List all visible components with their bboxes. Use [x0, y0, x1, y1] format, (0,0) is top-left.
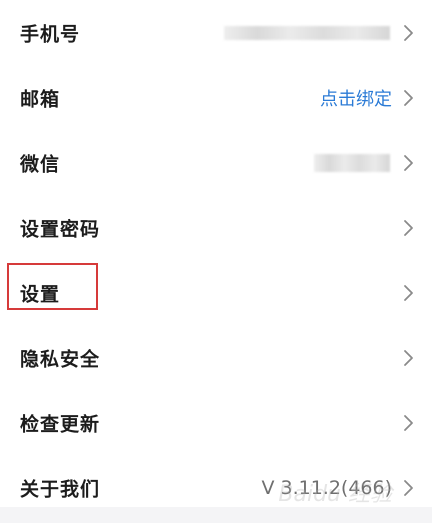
- settings-row-wechat[interactable]: 微信: [0, 130, 432, 195]
- row-label-email: 邮箱: [20, 88, 61, 110]
- chevron-right-icon: [402, 413, 414, 433]
- settings-row-phone[interactable]: 手机号: [0, 0, 432, 65]
- chevron-right-icon: [402, 218, 414, 238]
- app-version: V 3.11.2(466): [261, 476, 392, 499]
- email-bind-link[interactable]: 点击绑定: [320, 85, 392, 111]
- row-label-wechat: 微信: [20, 153, 61, 175]
- chevron-right-icon: [402, 88, 414, 108]
- settings-row-check-update[interactable]: 检查更新: [0, 390, 432, 455]
- wechat-id-redacted: [314, 153, 390, 172]
- chevron-right-icon: [402, 478, 414, 498]
- chevron-right-icon: [402, 153, 414, 173]
- phone-number-redacted: [224, 25, 390, 40]
- settings-row-email[interactable]: 邮箱 点击绑定: [0, 65, 432, 130]
- settings-list: 手机号 邮箱 点击绑定 微信 设置密码 设置 隐私安全 检查更新 关于我们 V …: [0, 0, 432, 520]
- settings-row-settings[interactable]: 设置: [0, 260, 432, 325]
- row-label-phone: 手机号: [20, 23, 81, 45]
- settings-row-set-password[interactable]: 设置密码: [0, 195, 432, 260]
- row-label-privacy: 隐私安全: [20, 348, 101, 370]
- chevron-right-icon: [402, 348, 414, 368]
- settings-row-privacy[interactable]: 隐私安全: [0, 325, 432, 390]
- row-label-check-update: 检查更新: [20, 413, 101, 435]
- row-label-set-password: 设置密码: [20, 218, 101, 240]
- row-label-settings: 设置: [20, 283, 61, 305]
- chevron-right-icon: [402, 283, 414, 303]
- chevron-right-icon: [402, 23, 414, 43]
- footer-band: [0, 507, 432, 523]
- row-label-about: 关于我们: [20, 478, 101, 500]
